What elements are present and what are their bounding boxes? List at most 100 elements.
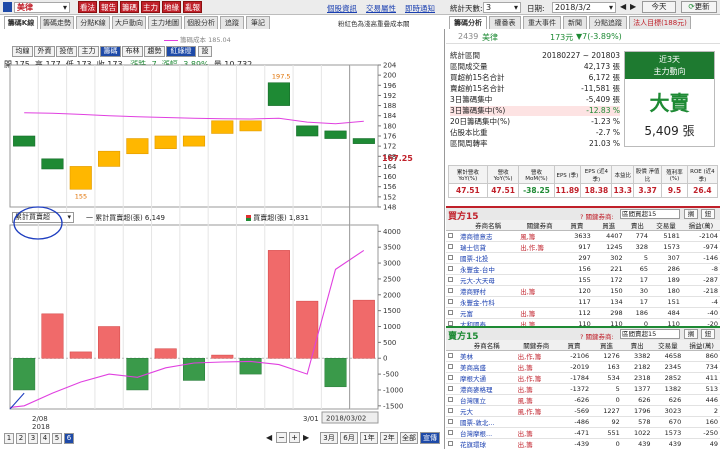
column-header[interactable]: 買賣 xyxy=(556,340,592,351)
checkbox-icon[interactable] xyxy=(448,441,453,446)
view-button[interactable]: 看法 xyxy=(78,1,97,13)
today-button[interactable]: 今天 xyxy=(642,1,676,13)
checkbox-icon[interactable] xyxy=(448,408,453,413)
table-row[interactable]: 摩根大通 出,作,籌 -1784 534 2318 2852 411 xyxy=(446,372,720,384)
scroll-right-icon[interactable]: ▶ xyxy=(303,433,309,442)
table-row[interactable]: 元富 出,籌 112 298 186 484 -40 xyxy=(446,307,720,319)
row-checkbox[interactable] xyxy=(446,252,458,264)
table-row[interactable]: 國票-北投 297 302 5 307 -146 xyxy=(446,252,720,264)
stat-days-select[interactable]: 3 ▾ xyxy=(483,2,521,13)
table-row[interactable]: 國票-敦北... -486 92 578 670 160 xyxy=(446,416,720,428)
row-checkbox[interactable] xyxy=(446,285,458,297)
range-6m-button[interactable]: 6月 xyxy=(340,432,358,444)
tab-warrant[interactable]: 權番表 xyxy=(489,16,521,29)
checkbox-icon[interactable] xyxy=(448,255,453,260)
page-3[interactable]: 3 xyxy=(28,433,38,444)
trade-attr-link[interactable]: 交易屬性 xyxy=(366,3,396,14)
row-checkbox[interactable] xyxy=(446,263,458,275)
tab-branch-kline[interactable]: 分點K線 xyxy=(76,16,110,29)
row-checkbox[interactable] xyxy=(446,307,458,319)
column-header[interactable]: 關鍵券商 xyxy=(518,220,561,231)
row-checkbox[interactable] xyxy=(446,405,458,417)
tab-chip-kline[interactable]: 籌碼K線 xyxy=(4,16,38,29)
buy-filter-select[interactable]: 區間買超15 xyxy=(620,209,680,219)
row-checkbox[interactable] xyxy=(446,350,458,362)
sell-btn-1[interactable]: 搁 xyxy=(684,329,698,339)
checkbox-icon[interactable] xyxy=(448,310,453,315)
page-5[interactable]: 5 xyxy=(52,433,62,444)
table-row[interactable]: 瑞士信貸 出,作,籌 917 1245 328 1573 -974 xyxy=(446,241,720,253)
stock-select[interactable]: 美律 ▾ xyxy=(14,2,70,13)
page-2[interactable]: 2 xyxy=(16,433,26,444)
table-row[interactable]: 台灣摩根... 出,籌 -471 551 1022 1573 -250 xyxy=(446,427,720,439)
column-header[interactable]: 損益(萬) xyxy=(681,220,720,231)
row-checkbox[interactable] xyxy=(446,361,458,373)
sell-filter-select[interactable]: 區間賣超15 xyxy=(620,329,680,339)
column-header[interactable]: 買進 xyxy=(591,340,622,351)
column-header[interactable]: 關鍵券商 xyxy=(515,340,557,351)
row-checkbox[interactable] xyxy=(446,230,458,242)
column-header[interactable]: 交易量 xyxy=(650,220,682,231)
next-arrow-icon[interactable]: ▶ xyxy=(630,2,636,11)
main-force-button[interactable]: 主力 xyxy=(141,1,160,13)
checkbox-icon[interactable] xyxy=(448,430,453,435)
row-checkbox[interactable] xyxy=(446,394,458,406)
table-row[interactable]: 台灣匯立 風,籌 -626 0 626 626 446 xyxy=(446,394,720,406)
column-header[interactable]: 賣出 xyxy=(621,340,653,351)
checkbox-icon[interactable] xyxy=(448,364,453,369)
table-row[interactable]: 港商野村 出,籌 120 150 30 180 -218 xyxy=(446,285,720,297)
tab-tracking[interactable]: 追蹤 xyxy=(220,16,244,29)
tab-branch-track[interactable]: 分點追蹤 xyxy=(589,16,627,29)
tab-chip-analysis[interactable]: 籌碼分析 xyxy=(449,16,487,29)
checkbox-icon[interactable] xyxy=(448,233,453,238)
column-header[interactable]: 券商名稱 xyxy=(458,220,519,231)
zoom-in-icon[interactable]: + xyxy=(289,432,300,443)
tab-stock-analysis[interactable]: 個股分析 xyxy=(184,16,218,29)
table-row[interactable]: 元大 風,作,籌 -569 1227 1796 3023 2 xyxy=(446,405,720,417)
tab-target-price[interactable]: 法人目標(188元) xyxy=(629,16,691,29)
header-checkbox[interactable] xyxy=(446,220,458,231)
page-4[interactable]: 4 xyxy=(40,433,50,444)
column-header[interactable]: 買賣 xyxy=(561,220,593,231)
column-header[interactable]: 買進 xyxy=(592,220,625,231)
range-all-button[interactable]: 全部 xyxy=(400,432,418,444)
buy-btn-1[interactable]: 搁 xyxy=(684,209,698,219)
column-header[interactable]: 交易量 xyxy=(652,340,684,351)
range-3m-button[interactable]: 3月 xyxy=(320,432,338,444)
page-6[interactable]: 6 xyxy=(64,433,74,444)
header-checkbox[interactable] xyxy=(446,340,458,351)
page-1[interactable]: 1 xyxy=(4,433,14,444)
location-button[interactable]: 地緣 xyxy=(162,1,181,13)
row-checkbox[interactable] xyxy=(446,416,458,428)
tab-chip-trend[interactable]: 籌碼走勢 xyxy=(40,16,74,29)
scroll-left-icon[interactable]: ◀ xyxy=(266,433,272,442)
row-checkbox[interactable] xyxy=(446,427,458,439)
table-row[interactable]: 美商高盛 出,籌 -2019 163 2182 2345 734 xyxy=(446,361,720,373)
prev-arrow-icon[interactable]: ◀ xyxy=(620,2,626,11)
range-2y-button[interactable]: 2年 xyxy=(380,432,398,444)
column-header[interactable]: 賣出 xyxy=(624,220,651,231)
rumor-button[interactable]: 亂報 xyxy=(183,1,202,13)
row-checkbox[interactable] xyxy=(446,241,458,253)
checkbox-icon[interactable] xyxy=(448,244,453,249)
range-1y-button[interactable]: 1年 xyxy=(360,432,378,444)
row-checkbox[interactable] xyxy=(446,274,458,286)
notify-link[interactable]: 即時通知 xyxy=(405,3,435,14)
chips-button[interactable]: 籌碼 xyxy=(120,1,139,13)
table-row[interactable]: 港商德意志 風,籌 3633 4407 774 5181 -2104 xyxy=(446,230,720,242)
checkbox-icon[interactable] xyxy=(448,277,453,282)
row-checkbox[interactable] xyxy=(446,296,458,308)
checkbox-icon[interactable] xyxy=(448,397,453,402)
table-row[interactable]: 永豐金-台中 156 221 65 286 -8 xyxy=(446,263,720,275)
checkbox-icon[interactable] xyxy=(448,353,453,358)
checkbox-icon[interactable] xyxy=(448,266,453,271)
table-row[interactable]: 美林 出,作,籌 -2106 1276 3382 4658 860 xyxy=(446,350,720,362)
column-header[interactable]: 損益(萬) xyxy=(683,340,720,351)
sell-btn-2[interactable]: 鈕 xyxy=(701,329,715,339)
zoom-out-icon[interactable]: − xyxy=(276,432,287,443)
table-row[interactable]: 花旗環球 出,籌 -439 0 439 439 49 xyxy=(446,438,720,449)
row-checkbox[interactable] xyxy=(446,372,458,384)
checkbox-icon[interactable] xyxy=(448,288,453,293)
table-row[interactable]: 元大-大天母 155 172 17 189 -287 xyxy=(446,274,720,286)
checkbox-icon[interactable] xyxy=(448,299,453,304)
